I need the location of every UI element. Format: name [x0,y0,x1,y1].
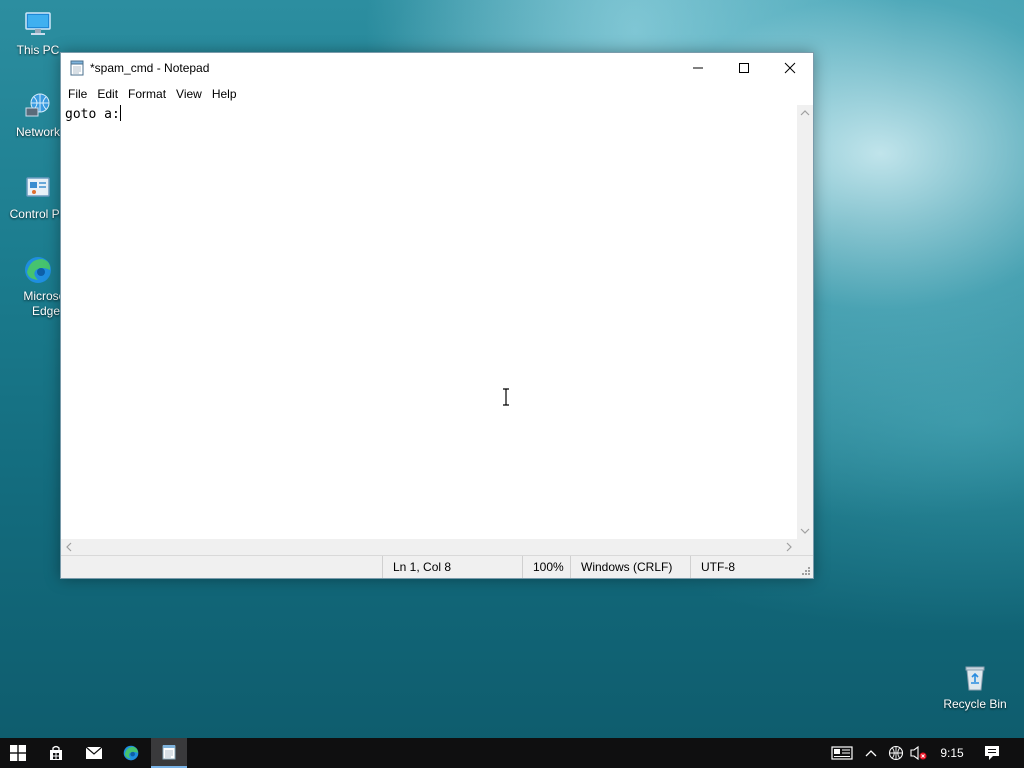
chevron-up-icon [865,750,877,757]
menu-bar: File Edit Format View Help [61,83,813,105]
window-title: *spam_cmd - Notepad [90,61,210,75]
status-line-endings: Windows (CRLF) [570,556,691,578]
taskbar-notepad-button[interactable] [151,738,187,768]
clock-time: 9:15 [940,746,964,760]
scroll-right-icon[interactable] [781,539,797,555]
desktop-icon-this-pc[interactable]: This PC [0,8,76,58]
network-tray-button[interactable] [885,738,907,768]
scroll-left-icon[interactable] [61,539,77,555]
computer-icon [22,8,54,40]
start-button[interactable] [0,738,36,768]
maximize-button[interactable] [721,53,767,83]
horizontal-scrollbar[interactable] [61,539,797,555]
news-widget-button[interactable] [827,738,857,768]
taskbar-store-button[interactable] [38,738,74,768]
taskbar-mail-button[interactable] [76,738,112,768]
menu-edit[interactable]: Edit [92,87,123,101]
scroll-down-icon[interactable] [797,523,813,539]
windows-logo-icon [10,745,26,761]
menu-view[interactable]: View [171,87,207,101]
close-button[interactable] [767,53,813,83]
minimize-icon [693,67,703,69]
taskbar: 9:15 [0,738,1024,768]
desktop-icon-recycle-bin[interactable]: Recycle Bin [937,662,1013,712]
recycle-bin-icon [959,662,991,694]
store-bag-icon [50,745,62,760]
close-icon [784,62,796,74]
news-icon [831,746,853,760]
edge-icon [22,254,54,286]
action-center-button[interactable] [978,738,1006,768]
network-icon [22,90,54,122]
text-caret [119,105,121,121]
menu-help[interactable]: Help [207,87,242,101]
menu-format[interactable]: Format [123,87,171,101]
volume-muted-icon [910,745,927,761]
globe-icon [888,745,904,761]
status-position: Ln 1, Col 8 [382,556,521,578]
desktop-icon-label: Recycle Bin [943,697,1007,711]
notepad-window[interactable]: *spam_cmd - Notepad File Edit Format Vie… [60,52,814,579]
resize-grip-icon[interactable] [799,564,811,576]
editor-text: goto a: [65,107,120,122]
edge-icon [123,745,139,761]
clock[interactable]: 9:15 [934,738,970,768]
menu-file[interactable]: File [63,87,92,101]
text-editor[interactable]: goto a: [61,105,797,539]
scrollbar-corner [797,539,813,555]
volume-tray-button[interactable] [908,738,930,768]
minimize-button[interactable] [675,53,721,83]
show-hidden-icons-button[interactable] [861,738,881,768]
status-encoding: UTF-8 [690,556,801,578]
taskbar-edge-button[interactable] [113,738,149,768]
maximize-icon [739,63,749,73]
control-panel-icon [22,172,54,204]
notepad-icon [70,60,84,76]
notification-icon [985,746,999,760]
status-bar: Ln 1, Col 8 100% Windows (CRLF) UTF-8 [61,555,813,578]
mail-icon [85,746,103,759]
notepad-icon [162,745,176,760]
scroll-up-icon[interactable] [797,105,813,121]
vertical-scrollbar[interactable] [797,105,813,539]
ibeam-cursor-icon [503,388,509,406]
title-bar[interactable]: *spam_cmd - Notepad [61,53,813,83]
